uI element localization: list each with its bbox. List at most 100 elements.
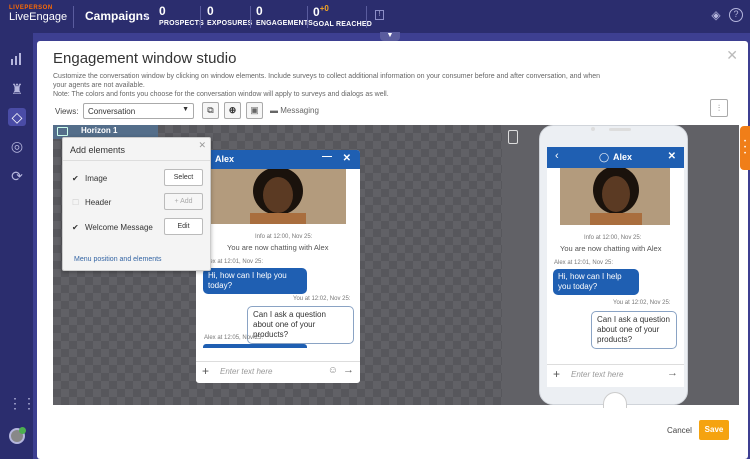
status-message: You are now chatting with Alex bbox=[560, 244, 662, 253]
online-status-icon bbox=[19, 427, 26, 434]
add-header-button[interactable]: + Add bbox=[164, 193, 203, 210]
nav-agent-icon[interactable]: ♜ bbox=[8, 80, 26, 98]
top-bar: LIVEPERSON LiveEngage Campaigns › 0 PROSP… bbox=[0, 0, 750, 33]
description: Customize the conversation window by cli… bbox=[53, 72, 613, 99]
status-message: You are now chatting with Alex bbox=[227, 243, 329, 252]
shirt bbox=[590, 213, 642, 225]
send-arrow-icon[interactable]: → bbox=[343, 364, 354, 376]
views-label: Views: bbox=[55, 107, 79, 116]
collapse-chevron-icon[interactable]: ▼ bbox=[380, 32, 400, 41]
agent-meta: Alex at 12:01, Nov 25: bbox=[204, 259, 264, 265]
stat-goal-reached[interactable]: 0+0 GOAL REACHED bbox=[313, 4, 372, 28]
chevron-right-icon: › bbox=[144, 8, 149, 24]
divider bbox=[366, 6, 367, 28]
visitor-message: Can I ask a question about one of your p… bbox=[591, 311, 677, 349]
phone-camera bbox=[591, 127, 595, 131]
stat-prospects[interactable]: 0 PROSPECTS bbox=[159, 4, 204, 27]
campaigns-link[interactable]: Campaigns bbox=[85, 9, 150, 23]
agent-message: Hi, how can I help you today? bbox=[203, 268, 307, 294]
element-row-welcome: ✔ Welcome Message bbox=[72, 223, 153, 232]
nav-users-icon[interactable]: ◎ bbox=[8, 137, 26, 155]
page-title: Engagement window studio bbox=[53, 50, 237, 67]
stat-engagements[interactable]: 0 ENGAGEMENTS bbox=[256, 4, 313, 27]
stat-label: PROSPECTS bbox=[159, 20, 204, 27]
chat-header[interactable]: Alex — ✕ bbox=[196, 150, 360, 169]
visitor-message: Can I ask a question about one of your p… bbox=[247, 306, 354, 344]
element-label: Header bbox=[85, 198, 112, 207]
shirt bbox=[250, 213, 306, 224]
element-row-image: ✔ Image bbox=[72, 174, 107, 183]
agent-meta: Alex at 12:05, Nov 25: bbox=[204, 335, 264, 341]
select-image-button[interactable]: Select bbox=[164, 169, 203, 186]
mobile-chat-header[interactable]: ‹ ◯ Alex ✕ bbox=[547, 147, 684, 168]
info-icon[interactable]: ! bbox=[375, 10, 384, 20]
caret-down-icon: ▼ bbox=[182, 106, 189, 113]
copy-icon[interactable]: ⧉ bbox=[202, 102, 219, 119]
messaging-toggle[interactable]: ▬ Messaging bbox=[270, 106, 319, 115]
element-label: Welcome Message bbox=[85, 223, 153, 232]
apps-grid-icon[interactable]: ⋮⋮ bbox=[8, 394, 36, 412]
logo-bottom: LiveEngage bbox=[9, 11, 68, 23]
help-icon[interactable]: ? bbox=[729, 8, 743, 22]
stat-exposures[interactable]: 0 EXPOSURES bbox=[207, 4, 252, 27]
views-select[interactable]: Conversation ▼ bbox=[83, 103, 194, 119]
phone-speaker bbox=[609, 128, 631, 131]
checkbox-image[interactable]: ✔ bbox=[72, 174, 81, 183]
divider bbox=[250, 6, 251, 28]
agent-name: Alex bbox=[613, 152, 633, 162]
stat-value: 0 bbox=[313, 5, 320, 19]
agent-photo[interactable] bbox=[560, 168, 670, 225]
liveperson-logo[interactable]: LIVEPERSON LiveEngage bbox=[9, 5, 67, 23]
desktop-chat-window[interactable]: Alex — ✕ Info at 12:00, Nov 25: You are … bbox=[196, 150, 360, 383]
messaging-label: Messaging bbox=[280, 106, 319, 115]
note-text: Note: The colors and fonts you choose fo… bbox=[53, 91, 389, 98]
you-meta: You at 12:02, Nov 25: bbox=[613, 300, 671, 306]
message-input[interactable]: Enter text here bbox=[220, 367, 272, 376]
color-swatch-icon[interactable]: ▣ bbox=[246, 102, 263, 119]
cancel-button[interactable]: Cancel bbox=[667, 426, 692, 435]
panel-title: Add elements bbox=[70, 145, 126, 155]
save-button[interactable]: Save bbox=[699, 420, 729, 440]
back-chevron-icon[interactable]: ‹ bbox=[555, 150, 559, 162]
message-input[interactable]: Enter text here bbox=[571, 370, 623, 379]
layers-icon[interactable]: ◈ bbox=[709, 8, 723, 22]
stat-label: EXPOSURES bbox=[207, 20, 253, 27]
close-icon[interactable]: ✕ bbox=[726, 47, 738, 64]
divider bbox=[307, 6, 308, 28]
nav-analytics-icon[interactable] bbox=[8, 50, 26, 68]
sliders-settings-icon[interactable]: ⫶ bbox=[710, 99, 728, 117]
edit-welcome-button[interactable]: Edit bbox=[164, 218, 203, 235]
stat-value: 0 bbox=[207, 4, 214, 18]
emoji-icon[interactable]: ☺ bbox=[328, 365, 338, 376]
stat-label: GOAL REACHED bbox=[313, 21, 373, 28]
close-icon[interactable]: ✕ bbox=[198, 140, 206, 151]
add-circle-icon[interactable]: ⊕ bbox=[224, 102, 241, 119]
plus-icon[interactable]: + bbox=[202, 364, 209, 378]
menu-position-link[interactable]: Menu position and elements bbox=[74, 256, 162, 263]
you-meta: You at 12:02, Nov 25: bbox=[293, 296, 351, 302]
close-icon[interactable]: ✕ bbox=[668, 151, 676, 162]
mobile-input-bar[interactable]: + Enter text here → bbox=[547, 364, 684, 386]
nav-campaigns-tag-icon[interactable]: ◇ bbox=[8, 108, 26, 126]
mobile-chat-window[interactable]: ‹ ◯ Alex ✕ Info at 12:00, Nov 25: You ar… bbox=[547, 147, 684, 387]
tab-label: Horizon 1 bbox=[81, 126, 118, 135]
nav-automation-icon[interactable]: ⟳ bbox=[8, 167, 26, 185]
divider bbox=[63, 160, 210, 161]
close-icon[interactable]: ✕ bbox=[343, 153, 351, 164]
agent-photo[interactable] bbox=[210, 169, 346, 224]
monitor-icon bbox=[57, 127, 68, 136]
stat-value: 0 bbox=[159, 4, 166, 18]
mobile-device-icon[interactable] bbox=[508, 130, 518, 144]
stat-value: 0 bbox=[256, 4, 263, 18]
stat-label: ENGAGEMENTS bbox=[256, 20, 314, 27]
checkbox-header[interactable]: ☐ bbox=[72, 198, 81, 207]
plus-icon[interactable]: + bbox=[553, 367, 560, 381]
left-nav: ♜ ◇ ◎ ⟳ ⋮⋮ bbox=[0, 33, 36, 459]
chat-input-bar[interactable]: + Enter text here ☺ → bbox=[196, 361, 360, 381]
minimize-icon[interactable]: — bbox=[322, 151, 332, 162]
checkbox-welcome[interactable]: ✔ bbox=[72, 223, 81, 232]
avatar[interactable] bbox=[9, 427, 26, 444]
description-text: Customize the conversation window by cli… bbox=[53, 73, 601, 89]
send-arrow-icon[interactable]: → bbox=[667, 367, 678, 379]
side-panel-handle-icon[interactable]: • • • bbox=[740, 126, 750, 170]
